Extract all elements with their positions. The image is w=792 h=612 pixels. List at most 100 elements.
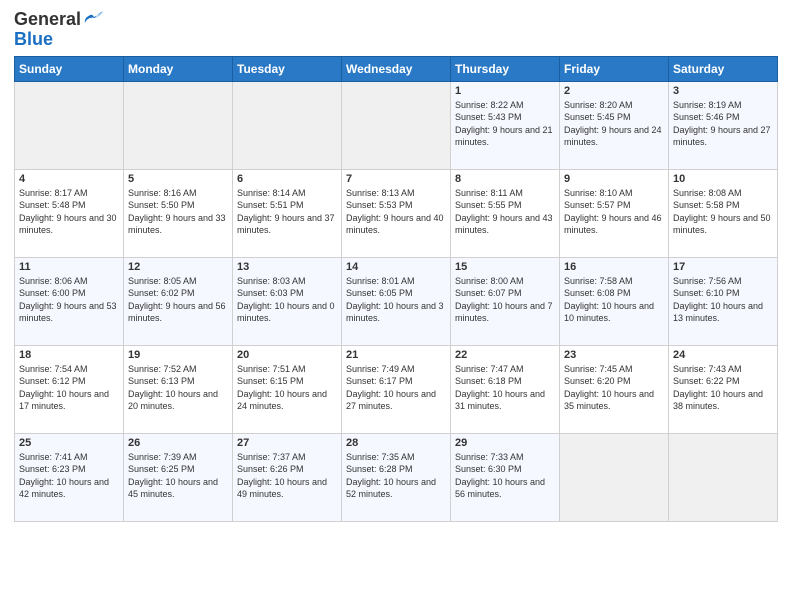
day-number: 16 (564, 261, 664, 273)
day-number: 11 (19, 261, 119, 273)
day-number: 5 (128, 173, 228, 185)
calendar-cell: 15 Sunrise: 8:00 AM Sunset: 6:07 PM Dayli… (451, 257, 560, 345)
calendar-cell: 11 Sunrise: 8:06 AM Sunset: 6:00 PM Dayli… (15, 257, 124, 345)
day-number: 12 (128, 261, 228, 273)
calendar-cell: 14 Sunrise: 8:01 AM Sunset: 6:05 PM Dayli… (342, 257, 451, 345)
calendar-header-sunday: Sunday (15, 56, 124, 81)
calendar-cell: 2 Sunrise: 8:20 AM Sunset: 5:45 PM Daylig… (560, 81, 669, 169)
day-info: Sunrise: 8:01 AM Sunset: 6:05 PM Dayligh… (346, 275, 446, 325)
day-number: 17 (673, 261, 773, 273)
calendar-cell: 7Sunrise: 8:13 AM Sunset: 5:53 PM Daylig… (342, 169, 451, 257)
day-info: Sunrise: 8:10 AM Sunset: 5:57 PM Dayligh… (564, 187, 664, 237)
calendar-cell (342, 81, 451, 169)
day-info: Sunrise: 7:33 AM Sunset: 6:30 PM Dayligh… (455, 451, 555, 501)
day-number: 28 (346, 437, 446, 449)
calendar-week-row: 18 Sunrise: 7:54 AM Sunset: 6:12 PM Dayli… (15, 345, 778, 433)
calendar-week-row: 25Sunrise: 7:41 AM Sunset: 6:23 PM Dayli… (15, 433, 778, 521)
day-number: 24 (673, 349, 773, 361)
calendar-cell (669, 433, 778, 521)
calendar-cell: 1 Sunrise: 8:22 AM Sunset: 5:43 PM Daylig… (451, 81, 560, 169)
day-number: 27 (237, 437, 337, 449)
day-number: 9 (564, 173, 664, 185)
calendar-cell (15, 81, 124, 169)
day-number: 23 (564, 349, 664, 361)
header: General Blue (14, 10, 778, 50)
day-info: Sunrise: 8:19 AM Sunset: 5:46 PM Dayligh… (673, 99, 773, 149)
calendar-header-saturday: Saturday (669, 56, 778, 81)
calendar-cell: 26Sunrise: 7:39 AM Sunset: 6:25 PM Dayli… (124, 433, 233, 521)
calendar-cell: 29 Sunrise: 7:33 AM Sunset: 6:30 PM Dayli… (451, 433, 560, 521)
calendar-cell: 17 Sunrise: 7:56 AM Sunset: 6:10 PM Dayli… (669, 257, 778, 345)
page: General Blue SundayMondayTuesdayWednesda… (0, 0, 792, 612)
day-number: 3 (673, 85, 773, 97)
day-info: Sunrise: 8:06 AM Sunset: 6:00 PM Dayligh… (19, 275, 119, 325)
day-number: 1 (455, 85, 555, 97)
calendar-cell: 21 Sunrise: 7:49 AM Sunset: 6:17 PM Dayli… (342, 345, 451, 433)
calendar-cell: 22Sunrise: 7:47 AM Sunset: 6:18 PM Dayli… (451, 345, 560, 433)
calendar-cell: 12 Sunrise: 8:05 AM Sunset: 6:02 PM Dayli… (124, 257, 233, 345)
day-number: 26 (128, 437, 228, 449)
day-info: Sunrise: 8:05 AM Sunset: 6:02 PM Dayligh… (128, 275, 228, 325)
calendar-cell: 28Sunrise: 7:35 AM Sunset: 6:28 PM Dayli… (342, 433, 451, 521)
calendar-header-wednesday: Wednesday (342, 56, 451, 81)
day-number: 2 (564, 85, 664, 97)
day-info: Sunrise: 7:52 AM Sunset: 6:13 PM Dayligh… (128, 363, 228, 413)
calendar-cell: 10Sunrise: 8:08 AM Sunset: 5:58 PM Dayli… (669, 169, 778, 257)
calendar-header-tuesday: Tuesday (233, 56, 342, 81)
calendar-week-row: 4 Sunrise: 8:17 AM Sunset: 5:48 PM Daylig… (15, 169, 778, 257)
calendar-week-row: 11 Sunrise: 8:06 AM Sunset: 6:00 PM Dayli… (15, 257, 778, 345)
calendar-week-row: 1 Sunrise: 8:22 AM Sunset: 5:43 PM Daylig… (15, 81, 778, 169)
day-info: Sunrise: 8:16 AM Sunset: 5:50 PM Dayligh… (128, 187, 228, 237)
day-info: Sunrise: 7:45 AM Sunset: 6:20 PM Dayligh… (564, 363, 664, 413)
calendar-cell: 20 Sunrise: 7:51 AM Sunset: 6:15 PM Dayli… (233, 345, 342, 433)
day-info: Sunrise: 7:49 AM Sunset: 6:17 PM Dayligh… (346, 363, 446, 413)
logo-blue-text: Blue (14, 30, 105, 50)
day-info: Sunrise: 8:03 AM Sunset: 6:03 PM Dayligh… (237, 275, 337, 325)
calendar: SundayMondayTuesdayWednesdayThursdayFrid… (14, 56, 778, 522)
calendar-header-monday: Monday (124, 56, 233, 81)
day-number: 19 (128, 349, 228, 361)
calendar-header-row: SundayMondayTuesdayWednesdayThursdayFrid… (15, 56, 778, 81)
day-info: Sunrise: 7:58 AM Sunset: 6:08 PM Dayligh… (564, 275, 664, 325)
day-number: 10 (673, 173, 773, 185)
logo: General Blue (14, 10, 105, 50)
logo-bird-icon (83, 9, 105, 27)
day-info: Sunrise: 7:43 AM Sunset: 6:22 PM Dayligh… (673, 363, 773, 413)
day-number: 18 (19, 349, 119, 361)
day-info: Sunrise: 7:41 AM Sunset: 6:23 PM Dayligh… (19, 451, 119, 501)
day-number: 15 (455, 261, 555, 273)
calendar-cell: 19 Sunrise: 7:52 AM Sunset: 6:13 PM Dayli… (124, 345, 233, 433)
day-info: Sunrise: 8:20 AM Sunset: 5:45 PM Dayligh… (564, 99, 664, 149)
day-info: Sunrise: 7:37 AM Sunset: 6:26 PM Dayligh… (237, 451, 337, 501)
day-number: 21 (346, 349, 446, 361)
calendar-cell: 18 Sunrise: 7:54 AM Sunset: 6:12 PM Dayli… (15, 345, 124, 433)
day-number: 4 (19, 173, 119, 185)
calendar-cell (233, 81, 342, 169)
calendar-cell: 9 Sunrise: 8:10 AM Sunset: 5:57 PM Daylig… (560, 169, 669, 257)
calendar-cell: 24 Sunrise: 7:43 AM Sunset: 6:22 PM Dayli… (669, 345, 778, 433)
calendar-cell: 25Sunrise: 7:41 AM Sunset: 6:23 PM Dayli… (15, 433, 124, 521)
calendar-cell: 8 Sunrise: 8:11 AM Sunset: 5:55 PM Daylig… (451, 169, 560, 257)
logo-general-text: General (14, 10, 81, 30)
day-number: 20 (237, 349, 337, 361)
day-number: 8 (455, 173, 555, 185)
day-info: Sunrise: 7:54 AM Sunset: 6:12 PM Dayligh… (19, 363, 119, 413)
calendar-cell: 27 Sunrise: 7:37 AM Sunset: 6:26 PM Dayli… (233, 433, 342, 521)
day-number: 29 (455, 437, 555, 449)
day-number: 7 (346, 173, 446, 185)
day-info: Sunrise: 7:51 AM Sunset: 6:15 PM Dayligh… (237, 363, 337, 413)
day-info: Sunrise: 7:47 AM Sunset: 6:18 PM Dayligh… (455, 363, 555, 413)
calendar-header-thursday: Thursday (451, 56, 560, 81)
day-number: 14 (346, 261, 446, 273)
day-info: Sunrise: 8:22 AM Sunset: 5:43 PM Dayligh… (455, 99, 555, 149)
calendar-header-friday: Friday (560, 56, 669, 81)
day-number: 6 (237, 173, 337, 185)
calendar-cell: 13Sunrise: 8:03 AM Sunset: 6:03 PM Dayli… (233, 257, 342, 345)
calendar-cell: 5 Sunrise: 8:16 AM Sunset: 5:50 PM Daylig… (124, 169, 233, 257)
day-info: Sunrise: 8:14 AM Sunset: 5:51 PM Dayligh… (237, 187, 337, 237)
day-info: Sunrise: 8:00 AM Sunset: 6:07 PM Dayligh… (455, 275, 555, 325)
day-info: Sunrise: 7:56 AM Sunset: 6:10 PM Dayligh… (673, 275, 773, 325)
day-info: Sunrise: 8:11 AM Sunset: 5:55 PM Dayligh… (455, 187, 555, 237)
day-info: Sunrise: 8:17 AM Sunset: 5:48 PM Dayligh… (19, 187, 119, 237)
calendar-cell: 3 Sunrise: 8:19 AM Sunset: 5:46 PM Daylig… (669, 81, 778, 169)
